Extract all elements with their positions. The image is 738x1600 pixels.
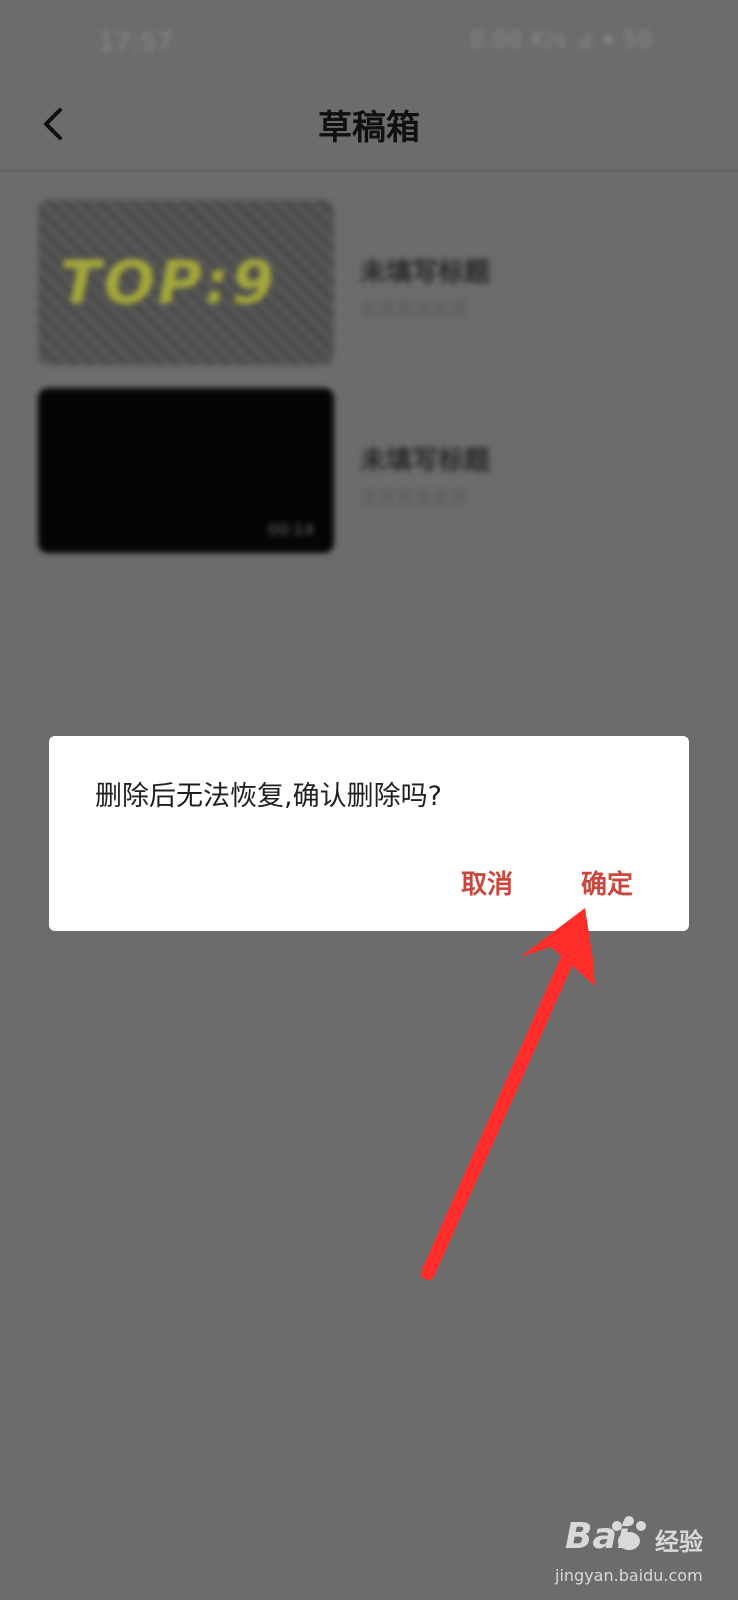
watermark-suffix: 经验: [655, 1528, 703, 1556]
page-title: 草稿箱: [318, 108, 420, 148]
delete-confirm-dialog: 删除后无法恢复,确认删除吗? 取消 确定: [49, 736, 689, 931]
cancel-button[interactable]: 取消: [461, 864, 513, 901]
watermark-url: jingyan.baidu.com: [555, 1566, 703, 1585]
draft-subtitle: 某某某某某某: [360, 300, 468, 321]
status-bar: 17:57 0.00 K/s ⊿ ▾ 50: [0, 0, 738, 90]
draft-title: 未填写标题: [360, 446, 491, 476]
thumbnail-text: TOP:9: [60, 248, 277, 318]
status-time: 17:57: [98, 28, 173, 58]
baidu-watermark: Bai 经验 jingyan.baidu.com: [555, 1514, 715, 1594]
draft-thumbnail: 00:14: [38, 388, 334, 553]
draft-item[interactable]: TOP:9 未填写标题 某某某某某某: [38, 200, 638, 365]
header: 草稿箱: [0, 90, 738, 172]
draft-title: 未填写标题: [360, 258, 491, 288]
status-indicators: 0.00 K/s ⊿ ▾ 50: [470, 28, 653, 53]
confirm-button[interactable]: 确定: [581, 864, 633, 901]
thumbnail-duration: 00:14: [267, 520, 314, 539]
draft-item[interactable]: 00:14 未填写标题 某某某某某某: [38, 388, 638, 553]
paw-icon: [612, 1516, 646, 1550]
dialog-message: 删除后无法恢复,确认删除吗?: [95, 781, 442, 812]
draft-subtitle: 某某某某某某: [360, 488, 468, 509]
draft-thumbnail: TOP:9: [38, 200, 334, 365]
